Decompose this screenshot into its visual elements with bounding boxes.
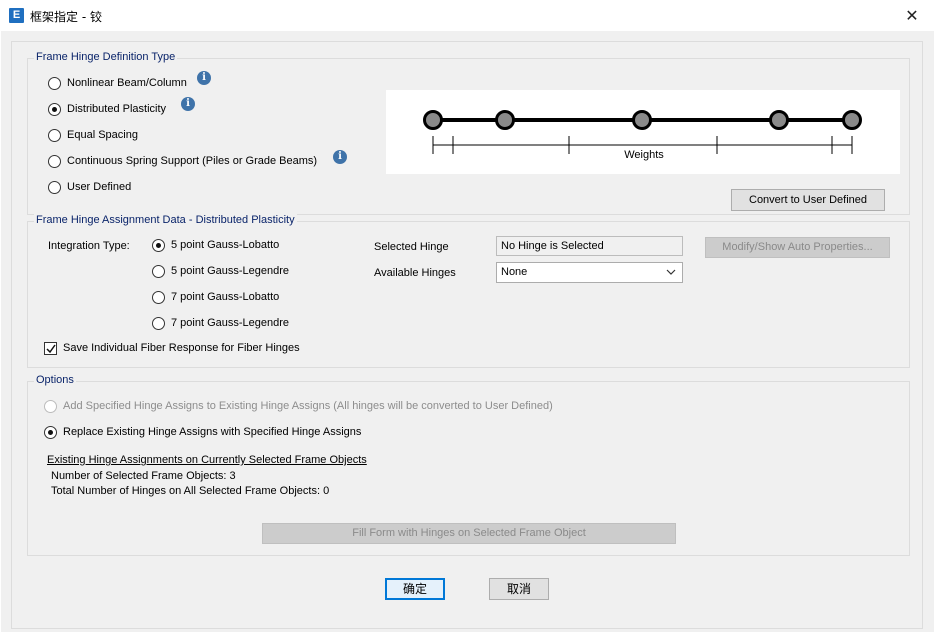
selected-hinge-field: No Hinge is Selected <box>496 236 683 256</box>
cancel-button[interactable]: 取消 <box>489 578 549 600</box>
radio-5pt-gauss-lobatto[interactable]: 5 point Gauss-Lobatto <box>152 237 279 253</box>
window-title: 框架指定 - 铰 <box>30 10 102 24</box>
chevron-down-icon[interactable] <box>666 263 676 282</box>
radio-label: 5 point Gauss-Lobatto <box>171 239 280 251</box>
radio-circle[interactable] <box>152 290 165 304</box>
radio-add-hinge-assigns[interactable]: Add Specified Hinge Assigns to Existing … <box>44 398 553 414</box>
radio-circle[interactable] <box>48 154 61 168</box>
existing-assignments-heading: Existing Hinge Assignments on Currently … <box>47 454 367 466</box>
radio-label: Add Specified Hinge Assigns to Existing … <box>63 400 553 412</box>
radio-equal-spacing[interactable]: Equal Spacing <box>48 127 138 143</box>
radio-5pt-gauss-legendre[interactable]: 5 point Gauss-Legendre <box>152 263 289 279</box>
radio-circle[interactable] <box>44 425 57 439</box>
radio-label: 7 point Gauss-Legendre <box>171 317 290 329</box>
hinge-point <box>423 110 443 130</box>
radio-7pt-gauss-legendre[interactable]: 7 point Gauss-Legendre <box>152 315 289 331</box>
hinge-diagram-svg: Weights <box>423 110 862 161</box>
fill-form-button[interactable]: Fill Form with Hinges on Selected Frame … <box>262 523 676 544</box>
total-number-of-hinges: Total Number of Hinges on All Selected F… <box>51 485 330 497</box>
options-title: Options <box>34 374 76 386</box>
dialog-panel: Frame Hinge Definition Type Nonlinear Be… <box>11 41 923 629</box>
save-fiber-response-checkbox-row[interactable]: Save Individual Fiber Response for Fiber… <box>44 340 300 356</box>
available-hinges-value: None <box>501 266 528 278</box>
app-icon: E <box>9 8 24 23</box>
save-fiber-response-label: Save Individual Fiber Response for Fiber… <box>63 342 300 354</box>
definition-type-title: Frame Hinge Definition Type <box>34 51 178 63</box>
radio-circle[interactable] <box>152 316 165 330</box>
definition-type-group: Frame Hinge Definition Type Nonlinear Be… <box>27 51 910 215</box>
hinge-point <box>632 110 652 130</box>
radio-7pt-gauss-lobatto[interactable]: 7 point Gauss-Lobatto <box>152 289 279 305</box>
options-group: Options Add Specified Hinge Assigns to E… <box>27 374 910 556</box>
radio-label: 7 point Gauss-Lobatto <box>171 291 280 303</box>
radio-label: 5 point Gauss-Legendre <box>171 265 290 277</box>
hinge-point <box>842 110 862 130</box>
info-icon[interactable]: i <box>333 150 347 164</box>
radio-circle[interactable] <box>48 76 61 90</box>
radio-distributed-plasticity[interactable]: Distributed Plasticity <box>48 101 166 117</box>
integration-type-label: Integration Type: <box>48 240 130 252</box>
hinge-point <box>769 110 789 130</box>
assignment-data-title: Frame Hinge Assignment Data - Distribute… <box>34 214 297 226</box>
number-selected-frame-objects: Number of Selected Frame Objects: 3 <box>51 470 236 482</box>
title-bar: E 框架指定 - 铰 ✕ <box>0 0 935 31</box>
radio-label: User Defined <box>67 181 132 193</box>
radio-circle[interactable] <box>44 399 57 413</box>
close-icon[interactable]: ✕ <box>889 0 935 31</box>
radio-circle[interactable] <box>48 102 61 116</box>
weights-caption: Weights <box>624 149 664 161</box>
radio-replace-hinge-assigns[interactable]: Replace Existing Hinge Assigns with Spec… <box>44 424 361 440</box>
radio-user-defined[interactable]: User Defined <box>48 179 131 195</box>
radio-label: Equal Spacing <box>67 129 138 141</box>
selected-hinge-label: Selected Hinge <box>374 241 449 253</box>
available-hinges-label: Available Hinges <box>374 267 456 279</box>
radio-label: Continuous Spring Support (Piles or Grad… <box>67 155 318 167</box>
radio-circle[interactable] <box>48 128 61 142</box>
available-hinges-dropdown[interactable]: None <box>496 262 683 283</box>
modify-show-auto-properties-button[interactable]: Modify/Show Auto Properties... <box>705 237 890 258</box>
radio-label: Nonlinear Beam/Column <box>67 77 187 89</box>
checkmark-icon <box>46 344 56 353</box>
hinge-locations-diagram: Weights <box>386 90 900 174</box>
radio-nonlinear-beam-column[interactable]: Nonlinear Beam/Column <box>48 75 187 91</box>
radio-label: Replace Existing Hinge Assigns with Spec… <box>63 426 362 438</box>
info-icon[interactable]: i <box>181 97 195 111</box>
radio-label: Distributed Plasticity <box>67 103 167 115</box>
radio-circle[interactable] <box>48 180 61 194</box>
info-icon[interactable]: i <box>197 71 211 85</box>
ok-button[interactable]: 确定 <box>385 578 445 600</box>
assignment-data-group: Frame Hinge Assignment Data - Distribute… <box>27 214 910 368</box>
radio-continuous-spring-support[interactable]: Continuous Spring Support (Piles or Grad… <box>48 153 317 169</box>
hinge-point <box>495 110 515 130</box>
dialog-client: Frame Hinge Definition Type Nonlinear Be… <box>1 31 934 632</box>
convert-to-user-defined-button[interactable]: Convert to User Defined <box>731 189 885 211</box>
radio-circle[interactable] <box>152 264 165 278</box>
radio-circle[interactable] <box>152 238 165 252</box>
save-fiber-response-checkbox[interactable] <box>44 341 57 355</box>
